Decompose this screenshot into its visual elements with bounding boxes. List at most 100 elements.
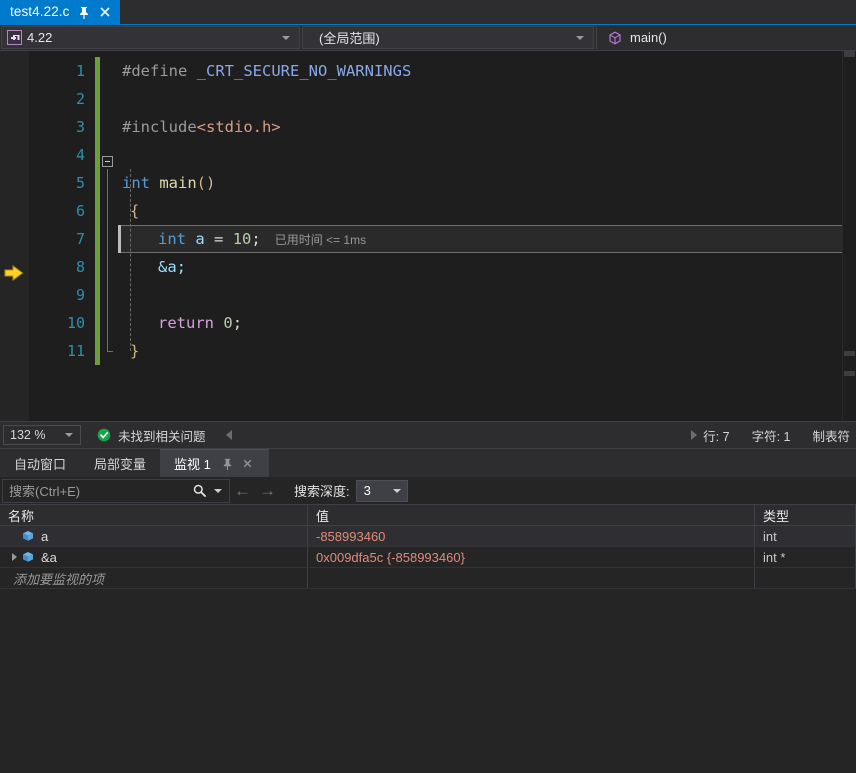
code-token: _CRT_SECURE_NO_WARNINGS	[197, 62, 412, 80]
tab-locals[interactable]: 局部变量	[80, 449, 160, 477]
current-statement-arrow-icon	[4, 264, 24, 287]
watch-name-cell[interactable]: &a	[0, 547, 308, 567]
code-token: return	[158, 314, 214, 332]
tab-test4-22-c[interactable]: test4.22.c	[0, 0, 120, 24]
variable-icon	[21, 529, 35, 543]
project-name: 4.22	[27, 30, 52, 45]
line-number: 1	[29, 57, 85, 85]
column-header-value[interactable]: 值	[308, 505, 755, 525]
code-line-3: #include<stdio.h>	[118, 113, 856, 141]
editor-indicator-margin[interactable]	[0, 51, 29, 421]
pin-icon[interactable]	[77, 5, 91, 19]
close-icon[interactable]	[98, 5, 112, 19]
caret-line-indicator: 行: 7	[703, 426, 729, 445]
scope-label: (全局范围)	[319, 28, 380, 47]
search-depth-label: 搜索深度:	[294, 481, 350, 500]
watch-type-cell: int	[755, 526, 856, 546]
add-watch-type-cell	[755, 568, 856, 588]
watch-grid-empty-area	[0, 589, 856, 773]
method-cube-icon	[607, 30, 623, 46]
watch-grid[interactable]: 名称 值 类型 a -858993460 int	[0, 505, 856, 773]
watch-type: int	[763, 529, 777, 544]
scrollbar-marker[interactable]	[844, 351, 855, 356]
arrow-left-icon[interactable]: ←	[234, 482, 251, 499]
tab-strip-empty-area	[120, 0, 856, 24]
search-placeholder: 搜索(Ctrl+E)	[9, 481, 192, 500]
scroll-left-icon[interactable]	[226, 430, 232, 440]
watch-grid-header: 名称 值 类型	[0, 505, 856, 526]
cpp-project-icon	[7, 30, 22, 45]
scroll-right-icon[interactable]	[691, 430, 697, 440]
search-icon[interactable]	[192, 483, 207, 498]
line-number: 11	[29, 337, 85, 365]
code-token: ()	[197, 174, 216, 192]
watch-type-cell: int *	[755, 547, 856, 567]
code-token: ;	[233, 314, 242, 332]
outlining-margin[interactable]	[100, 51, 118, 421]
tab-label: 监视 1	[174, 454, 211, 473]
project-dropdown[interactable]: 4.22	[1, 26, 300, 49]
watch-type: int *	[763, 550, 785, 565]
watch-value-cell[interactable]: 0x009dfa5c {-858993460}	[308, 547, 755, 567]
tab-watch-1[interactable]: 监视 1	[160, 449, 269, 477]
code-token: int	[158, 230, 186, 248]
code-line-11: }	[118, 337, 856, 365]
search-input[interactable]: 搜索(Ctrl+E)	[2, 479, 230, 503]
tab-label: 局部变量	[94, 454, 146, 473]
code-line-6: {	[118, 197, 856, 225]
code-line-9	[118, 281, 856, 309]
line-number-gutter: 1 2 3 4 5 6 7 8 9 10 11	[29, 51, 95, 421]
add-watch-placeholder: 添加要监视的项	[8, 569, 104, 588]
code-token: &a;	[158, 258, 186, 276]
close-icon[interactable]	[241, 457, 255, 471]
watch-value: 0x009dfa5c {-858993460}	[316, 550, 465, 565]
arrow-right-icon[interactable]: →	[259, 482, 276, 499]
watch-value-cell[interactable]: -858993460	[308, 526, 755, 546]
symbol-dropdown[interactable]: main()	[596, 26, 855, 49]
chevron-down-icon	[393, 489, 401, 493]
watch-value: -858993460	[316, 529, 385, 544]
scrollbar-marker[interactable]	[844, 51, 855, 57]
search-depth-dropdown[interactable]: 3	[356, 480, 408, 502]
check-circle-icon	[97, 428, 111, 442]
watch-name: a	[41, 529, 48, 544]
code-line-2	[118, 85, 856, 113]
editor-vertical-scrollbar[interactable]	[842, 51, 856, 421]
line-number: 7	[29, 225, 85, 253]
code-token: #include	[122, 118, 197, 136]
line-number: 10	[29, 309, 85, 337]
watch-name-cell[interactable]: a	[0, 526, 308, 546]
scrollbar-marker[interactable]	[844, 371, 855, 376]
table-row[interactable]: &a 0x009dfa5c {-858993460} int *	[0, 547, 856, 568]
column-header-type[interactable]: 类型	[755, 505, 856, 525]
chevron-down-icon[interactable]	[214, 489, 222, 493]
tab-autos[interactable]: 自动窗口	[0, 449, 80, 477]
line-number: 9	[29, 281, 85, 309]
tab-label: 自动窗口	[14, 454, 66, 473]
code-text-area[interactable]: #define _CRT_SECURE_NO_WARNINGS #include…	[118, 51, 856, 421]
debug-tool-tabs: 自动窗口 局部变量 监视 1	[0, 449, 856, 477]
zoom-level-dropdown[interactable]: 132 %	[3, 425, 81, 445]
scope-dropdown[interactable]: (全局范围)	[302, 26, 594, 49]
zoom-level-value: 132 %	[10, 428, 45, 442]
symbol-label: main()	[630, 30, 667, 45]
column-header-name[interactable]: 名称	[0, 505, 308, 525]
indent-guide	[130, 169, 131, 351]
search-depth-value: 3	[364, 483, 371, 498]
editor-tab-strip: test4.22.c	[0, 0, 856, 25]
code-token: 0	[223, 314, 232, 332]
editor-horizontal-scrollbar[interactable]	[220, 422, 704, 448]
add-watch-value-cell[interactable]	[308, 568, 755, 588]
watch-name: &a	[41, 550, 57, 565]
code-token: 10	[233, 230, 252, 248]
line-number: 4	[29, 141, 85, 169]
code-token: <stdio.h>	[197, 118, 281, 136]
pin-icon[interactable]	[221, 457, 235, 471]
collapse-block-icon[interactable]	[102, 156, 113, 167]
expand-row-icon[interactable]	[8, 553, 21, 561]
add-watch-row[interactable]: 添加要监视的项	[0, 568, 856, 589]
table-row[interactable]: a -858993460 int	[0, 526, 856, 547]
code-editor[interactable]: 1 2 3 4 5 6 7 8 9 10 11 #define _CRT_SEC…	[0, 51, 856, 421]
add-watch-name-cell[interactable]: 添加要监视的项	[0, 568, 308, 588]
watch-toolbar: 搜索(Ctrl+E) ← → 搜索深度: 3	[0, 477, 856, 505]
